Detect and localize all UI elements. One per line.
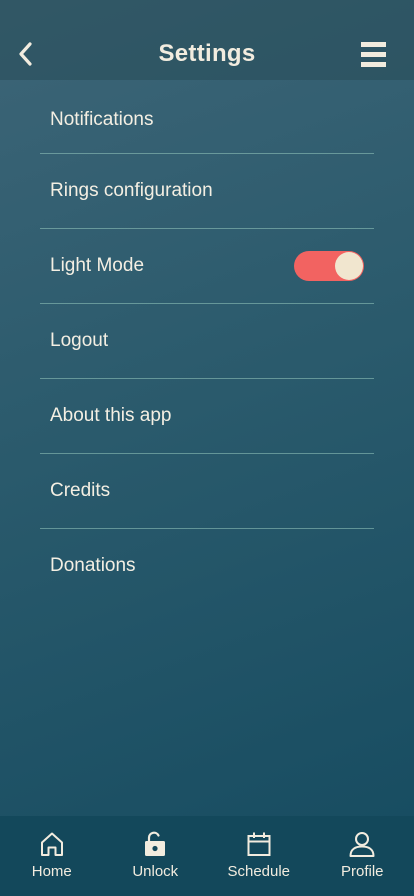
settings-item-label: About this app bbox=[50, 405, 172, 426]
settings-item-about[interactable]: About this app bbox=[40, 379, 374, 454]
settings-list: Notifications Rings configuration Light … bbox=[40, 86, 374, 603]
tab-schedule[interactable]: Schedule bbox=[207, 816, 311, 896]
tab-label: Schedule bbox=[227, 863, 291, 880]
tab-label: Unlock bbox=[132, 863, 179, 880]
hamburger-menu-icon bbox=[361, 42, 386, 67]
home-icon bbox=[40, 832, 63, 856]
settings-item-label: Logout bbox=[50, 330, 109, 351]
menu-button[interactable] bbox=[356, 40, 390, 70]
settings-item-label: Donations bbox=[50, 555, 136, 576]
toggle-knob bbox=[335, 252, 363, 280]
settings-item-label: Light Mode bbox=[50, 255, 145, 276]
settings-item-light-mode[interactable]: Light Mode bbox=[40, 229, 374, 304]
tab-label: Profile bbox=[340, 863, 384, 880]
page-title: Settings bbox=[158, 40, 256, 67]
settings-item-label: Rings configuration bbox=[50, 180, 213, 201]
tab-unlock[interactable]: Unlock bbox=[104, 816, 208, 896]
settings-item-rings-configuration[interactable]: Rings configuration bbox=[40, 154, 374, 229]
settings-item-logout[interactable]: Logout bbox=[40, 304, 374, 379]
tab-label: Home bbox=[31, 863, 72, 880]
settings-item-label: Notifications bbox=[50, 108, 154, 130]
bottom-tab-bar: Home Unlock Schedule Profile bbox=[0, 816, 414, 896]
light-mode-toggle[interactable] bbox=[294, 251, 364, 281]
settings-item-notifications[interactable]: Notifications bbox=[40, 86, 374, 154]
tab-profile[interactable]: Profile bbox=[311, 816, 414, 896]
unlock-icon bbox=[145, 831, 166, 856]
calendar-icon bbox=[247, 832, 271, 856]
settings-item-donations[interactable]: Donations bbox=[40, 529, 374, 603]
tab-home[interactable]: Home bbox=[0, 816, 104, 896]
settings-item-label: Credits bbox=[50, 480, 111, 501]
user-icon bbox=[349, 832, 375, 857]
settings-item-credits[interactable]: Credits bbox=[40, 454, 374, 529]
top-bar: Settings bbox=[0, 0, 414, 80]
